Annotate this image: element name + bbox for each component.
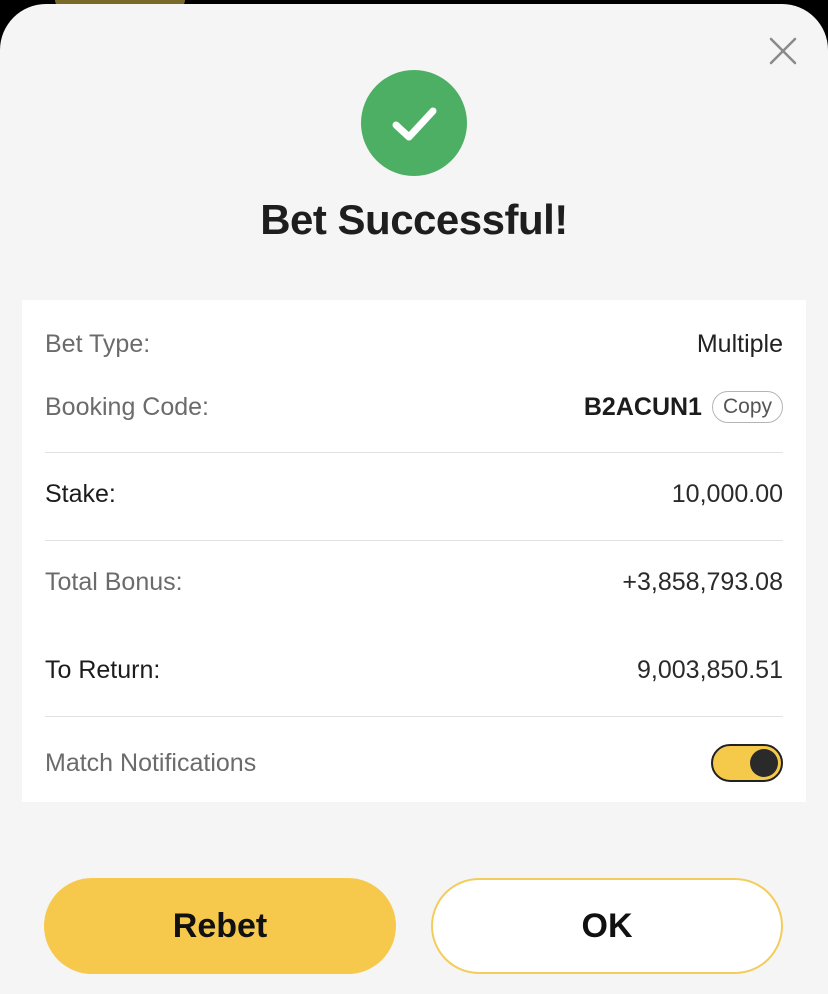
- bet-type-label: Bet Type:: [45, 330, 151, 358]
- divider: [45, 452, 783, 453]
- rebet-button[interactable]: Rebet: [44, 878, 396, 974]
- ok-button[interactable]: OK: [431, 878, 783, 974]
- total-bonus-row: Total Bonus: +3,858,793.08: [45, 568, 783, 597]
- booking-code-group: B2ACUN1 Copy: [584, 391, 783, 423]
- to-return-row: To Return: 9,003,850.51: [45, 656, 783, 685]
- match-notifications-row: Match Notifications: [45, 744, 783, 782]
- booking-code-row: Booking Code: B2ACUN1 Copy: [45, 391, 783, 423]
- stake-value: 10,000.00: [671, 480, 783, 508]
- match-notifications-toggle[interactable]: [711, 744, 783, 782]
- bet-success-dialog: Bet Successful! Bet Type: Multiple Booki…: [0, 4, 828, 994]
- booking-code-label: Booking Code:: [45, 392, 210, 421]
- divider: [45, 716, 783, 717]
- total-bonus-value: +3,858,793.08: [622, 568, 783, 596]
- stake-row: Stake: 10,000.00: [45, 480, 783, 509]
- match-notifications-label: Match Notifications: [45, 748, 257, 777]
- copy-button[interactable]: Copy: [711, 391, 783, 423]
- total-bonus-label: Total Bonus:: [45, 568, 183, 596]
- booking-code-value: B2ACUN1: [583, 392, 702, 421]
- success-check-icon: [361, 70, 467, 176]
- to-return-value: 9,003,850.51: [637, 656, 783, 684]
- divider: [45, 540, 783, 541]
- dialog-title: Bet Successful!: [260, 196, 568, 243]
- toggle-knob: [750, 749, 778, 777]
- bet-type-value: Multiple: [696, 330, 783, 358]
- stake-label: Stake:: [45, 480, 116, 508]
- to-return-label: To Return:: [45, 656, 161, 684]
- bet-details-card: Bet Type: Multiple Booking Code: B2ACUN1…: [22, 300, 806, 802]
- close-icon[interactable]: [764, 32, 802, 70]
- bet-type-row: Bet Type: Multiple: [45, 330, 783, 359]
